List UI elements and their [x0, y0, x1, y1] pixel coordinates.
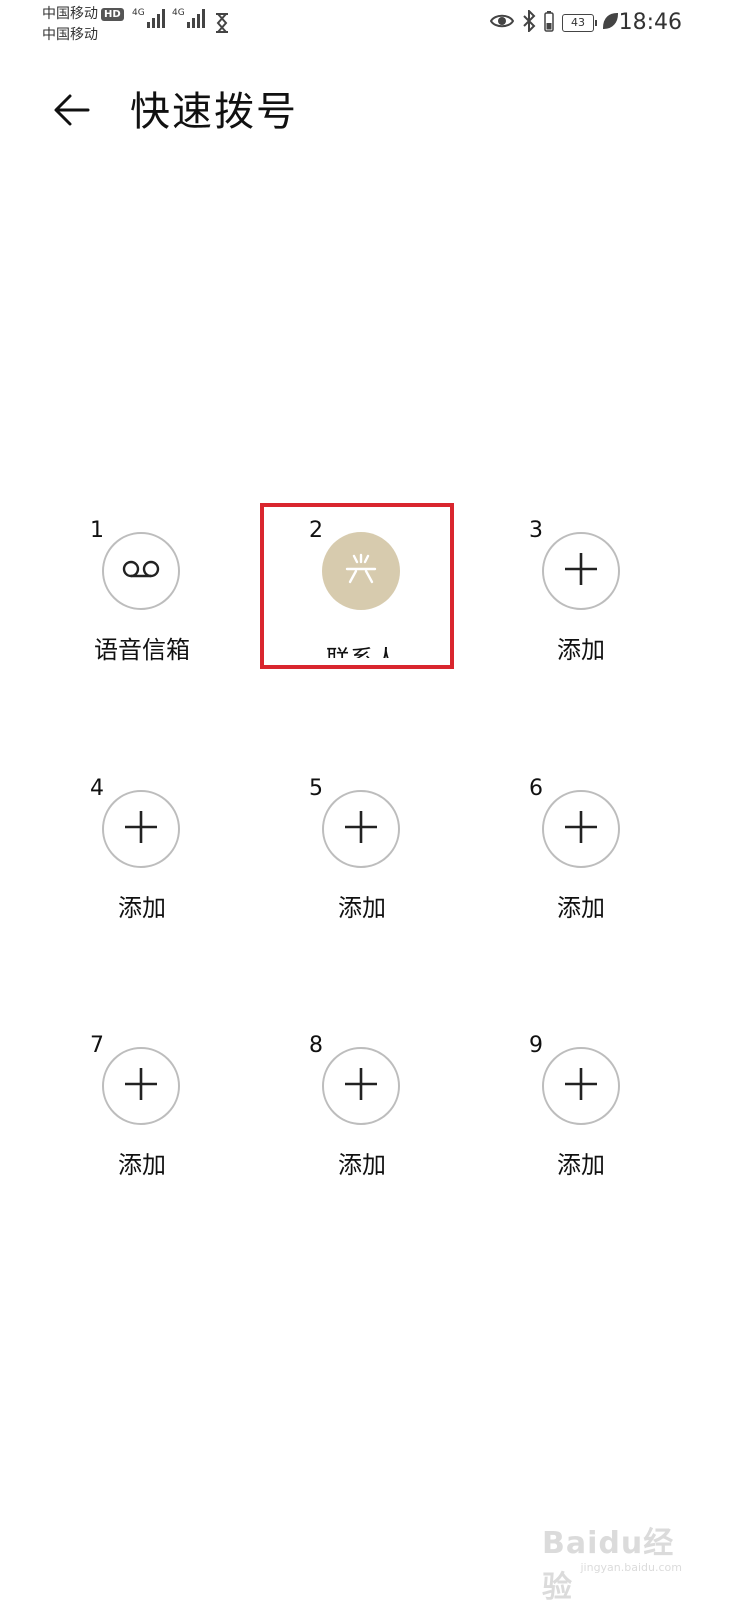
- plus-icon: [563, 551, 599, 591]
- voicemail-button[interactable]: [102, 532, 180, 610]
- add-button[interactable]: [322, 1047, 400, 1125]
- slot-label: 添加: [338, 1151, 386, 1179]
- speed-dial-grid: 1 语音信箱 2 联系: [0, 0, 738, 1600]
- plus-icon: [343, 1066, 379, 1106]
- slot-number: 3: [529, 518, 543, 543]
- slot-number: 8: [309, 1033, 323, 1058]
- plus-icon: [563, 1066, 599, 1106]
- slot-label: 添加: [557, 1151, 605, 1179]
- plus-icon: [343, 809, 379, 849]
- plus-icon: [123, 1066, 159, 1106]
- speed-dial-screen: 中国移动 HD 中国移动 4G 4G 43 18:46 快速拨号 1 语音信箱 …: [0, 0, 738, 1600]
- watermark-text: Baidu经验: [542, 1526, 675, 1600]
- plus-icon: [123, 809, 159, 849]
- slot-label: 添加: [118, 894, 166, 922]
- baidu-watermark: Baidu经验 jingyan.baidu.com: [542, 1516, 682, 1600]
- voicemail-icon: [121, 558, 161, 584]
- slot-number: 1: [90, 518, 104, 543]
- add-button[interactable]: [322, 790, 400, 868]
- slot-number: 5: [309, 776, 323, 801]
- slot-number: 9: [529, 1033, 543, 1058]
- slot-label: 语音信箱: [94, 636, 190, 664]
- slot-number: 7: [90, 1033, 104, 1058]
- slot-label: 添加: [557, 894, 605, 922]
- add-button[interactable]: [542, 1047, 620, 1125]
- add-button[interactable]: [102, 1047, 180, 1125]
- add-button[interactable]: [542, 790, 620, 868]
- slot-label: 添加: [118, 1151, 166, 1179]
- slot-number: 4: [90, 776, 104, 801]
- highlight-annotation: [260, 503, 454, 669]
- add-button[interactable]: [542, 532, 620, 610]
- watermark-sub: jingyan.baidu.com: [580, 1561, 682, 1574]
- slot-label: 添加: [557, 636, 605, 664]
- plus-icon: [563, 809, 599, 849]
- slot-number: 6: [529, 776, 543, 801]
- slot-label: 添加: [338, 894, 386, 922]
- add-button[interactable]: [102, 790, 180, 868]
